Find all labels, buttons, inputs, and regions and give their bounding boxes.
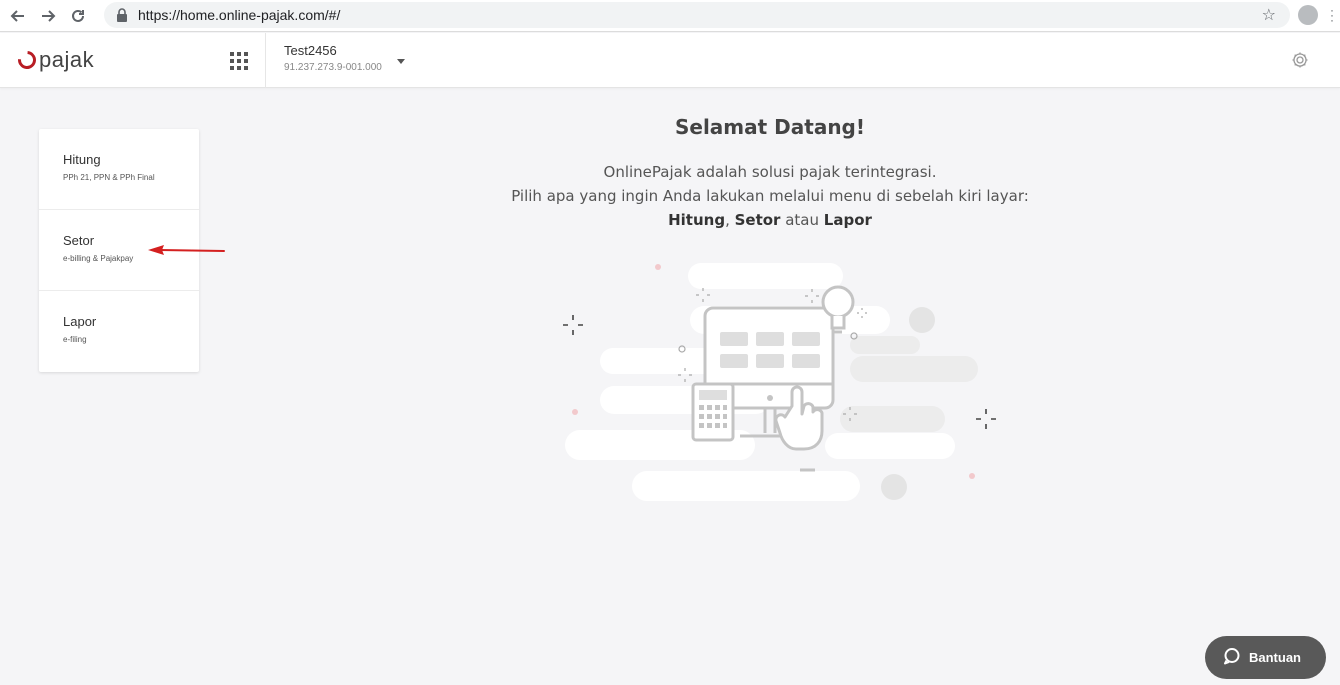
gear-icon[interactable] [1291,51,1309,69]
address-bar[interactable]: https://home.online-pajak.com/#/ ☆ [104,2,1290,28]
decor-dot [909,307,935,333]
welcome-line-1: OnlinePajak adalah solusi pajak terinteg… [603,163,937,181]
caret-down-icon[interactable] [397,59,405,64]
chat-bubble-icon [1223,647,1241,668]
help-button-label: Bantuan [1249,650,1301,665]
onlinepajak-logo[interactable]: pajak [14,47,95,73]
company-name: Test2456 [284,43,337,58]
calculator-icon [691,382,735,442]
logo-ring-icon [14,47,40,73]
menu-item-subtitle: PPh 21, PPN & PPh Final [63,173,155,182]
apps-grid-icon[interactable] [230,52,248,70]
cloud-shape [688,263,843,289]
cloud-shape [850,356,978,382]
browser-menu-icon[interactable]: · · · [1330,4,1334,26]
decor-dot [655,264,661,270]
bookmark-star-icon[interactable]: ☆ [1262,5,1276,25]
menu-item-lapor[interactable]: Lapor e-filing [39,291,199,372]
profile-avatar[interactable] [1298,5,1318,25]
browser-toolbar: https://home.online-pajak.com/#/ ☆ · · · [0,0,1340,32]
menu-item-title: Lapor [63,314,97,329]
cloud-shape [840,406,945,432]
back-icon[interactable] [7,5,29,27]
separator-2: atau [780,211,824,229]
company-selector[interactable]: Test2456 91.237.273.9-001.000 [284,43,382,73]
welcome-line-2: Pilih apa yang ingin Anda lakukan melalu… [511,187,1029,205]
cloud-shape [632,471,860,501]
forward-icon[interactable] [37,5,59,27]
company-npwp: 91.237.273.9-001.000 [284,62,382,73]
option-lapor: Lapor [823,211,872,229]
menu-item-subtitle: e-filing [63,335,87,344]
reload-icon[interactable] [67,5,89,27]
separator-1: , [725,211,735,229]
welcome-title: Selamat Datang! [674,115,865,139]
help-button[interactable]: Bantuan [1205,636,1326,679]
logo-text: pajak [39,47,95,72]
decor-dot [572,409,578,415]
option-hitung: Hitung [668,211,726,229]
menu-item-title: Hitung [63,152,101,167]
computer-illustration [563,263,996,501]
option-setor: Setor [734,211,781,229]
lock-icon [116,8,128,22]
app-header: pajak Test2456 91.237.273.9-001.000 [0,33,1340,88]
cloud-shape [850,336,920,354]
url-text: https://home.online-pajak.com/#/ [138,7,341,23]
header-divider [265,33,266,88]
menu-item-hitung[interactable]: Hitung PPh 21, PPN & PPh Final [39,129,199,210]
welcome-description: OnlinePajak adalah solusi pajak terinteg… [420,160,1120,232]
decor-dot [881,474,907,500]
welcome-line-3: Hitung, Setor atau Lapor [420,208,1120,232]
cloud-shape [825,433,955,459]
decor-dot [969,473,975,479]
red-arrow-annotation [148,245,225,255]
